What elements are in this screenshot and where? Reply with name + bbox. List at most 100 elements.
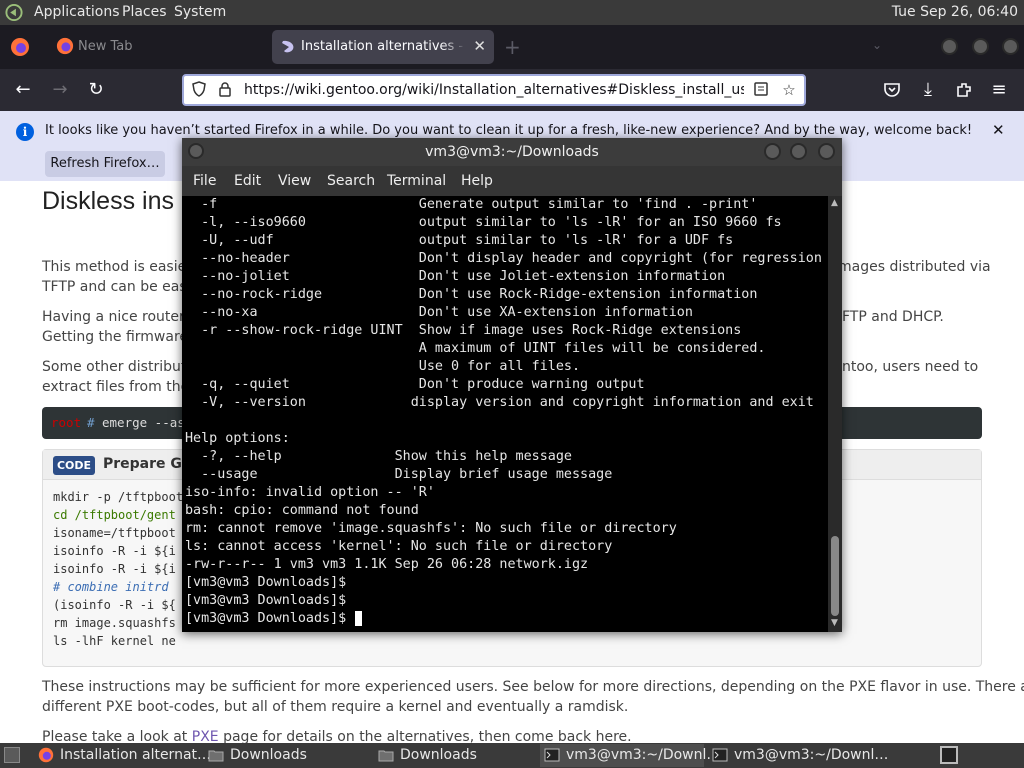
maximize-button[interactable] (790, 143, 807, 160)
menu-file[interactable]: File (193, 173, 216, 189)
tab-label: Installation alternatives - Gentoo wiki (301, 39, 466, 54)
extensions-icon[interactable] (951, 77, 977, 103)
paragraph-text: These instructions may be sufficient for… (42, 679, 1024, 695)
terminal-line: --no-xa Don't use XA-extension informati… (185, 305, 693, 320)
taskbar-terminal-2[interactable]: vm3@vm3:~/Downl… (708, 744, 888, 767)
code-line: # combine initrd (53, 580, 169, 594)
tab-installation-alternatives[interactable]: Installation alternatives - Gentoo wiki … (272, 30, 494, 64)
terminal-window: vm3@vm3:~/Downloads File Edit View Searc… (182, 138, 842, 632)
bookmark-star-icon[interactable]: ☆ (780, 81, 798, 99)
paragraph-text: FTP and DHCP. (842, 309, 944, 325)
firefox-view-icon[interactable] (10, 37, 30, 57)
menu-view[interactable]: View (278, 173, 311, 189)
taskbar-downloads-2[interactable]: Downloads (374, 744, 538, 767)
paragraph-text: Please take a look at (42, 729, 192, 743)
tab-new-tab[interactable]: New Tab (50, 31, 265, 63)
code-line: ls -lhF kernel ne (53, 634, 176, 648)
minimize-button[interactable] (764, 143, 781, 160)
url-text[interactable]: https://wiki.gentoo.org/wiki/Installatio… (244, 82, 744, 98)
code-line: cd /tftpboot/gent (53, 508, 176, 522)
new-tab-button[interactable]: + (504, 35, 521, 59)
taskbar-label: vm3@vm3:~/Downl… (734, 747, 889, 763)
terminal-line: [vm3@vm3 Downloads]$ (185, 575, 347, 590)
terminal-titlebar[interactable]: vm3@vm3:~/Downloads (182, 138, 842, 166)
minimize-window-button[interactable] (941, 38, 958, 55)
terminal-line: Help options: (185, 431, 290, 446)
back-icon[interactable]: ← (10, 77, 36, 103)
system-menu[interactable]: System (174, 4, 226, 20)
refresh-firefox-button[interactable]: Refresh Firefox… (45, 151, 165, 177)
menu-hamburger-icon[interactable]: ≡ (986, 77, 1012, 103)
lock-icon[interactable] (216, 81, 234, 99)
paragraph-text: Getting the firmware (42, 329, 189, 345)
paragraph-text: Having a nice router, (42, 309, 190, 325)
maximize-window-button[interactable] (972, 38, 989, 55)
terminal-line: iso-info: invalid option -- 'R' (185, 485, 435, 500)
terminal-line: bash: cpio: command not found (185, 503, 419, 518)
taskbar-label: Downloads (400, 747, 477, 763)
taskbar-label: Downloads (230, 747, 307, 763)
taskbar-downloads-1[interactable]: Downloads (204, 744, 368, 767)
terminal-line: --usage Display brief usage message (185, 467, 613, 482)
taskbar-label: vm3@vm3:~/Downl… (566, 747, 721, 763)
panel-clock[interactable]: Tue Sep 26, 06:40 (892, 4, 1018, 20)
close-button[interactable] (818, 143, 835, 160)
close-notification-icon[interactable]: ✕ (992, 121, 1005, 139)
places-menu[interactable]: Places (122, 4, 167, 20)
code-badge: CODE (53, 456, 95, 475)
terminal-line: rm: cannot remove 'image.squashfs': No s… (185, 521, 677, 536)
pxe-link[interactable]: PXE (192, 729, 219, 743)
page-heading: Diskless ins (42, 187, 174, 215)
workspace-switcher[interactable] (940, 746, 958, 764)
menu-search[interactable]: Search (327, 173, 375, 189)
shield-icon[interactable] (190, 81, 208, 99)
url-bar[interactable]: https://wiki.gentoo.org/wiki/Installatio… (182, 74, 806, 106)
paragraph-text: mages distributed via (838, 259, 991, 275)
terminal-line: -rw-r--r-- 1 vm3 vm3 1.1K Sep 26 06:28 n… (185, 557, 589, 572)
terminal-title: vm3@vm3:~/Downloads (425, 144, 599, 160)
code-line: rm image.squashfs (53, 616, 176, 630)
terminal-line: [vm3@vm3 Downloads]$ (185, 593, 347, 608)
terminal-line: Use 0 for all files. (185, 359, 581, 374)
close-window-button[interactable] (1002, 38, 1019, 55)
close-tab-icon[interactable]: ✕ (473, 37, 486, 55)
terminal-line: -q, --quiet Don't produce warning output (185, 377, 645, 392)
paragraph-text: extract files from the (42, 379, 190, 395)
notification-message: It looks like you haven’t started Firefo… (45, 123, 973, 138)
menu-help[interactable]: Help (461, 173, 493, 189)
terminal-scrollbar[interactable]: ▲ ▼ (828, 196, 842, 632)
show-desktop-icon[interactable] (4, 747, 20, 763)
code-line: isoinfo -R -i ${i (53, 544, 176, 558)
code-line: isoinfo -R -i ${i (53, 562, 176, 576)
forward-icon[interactable]: → (47, 77, 73, 103)
scroll-up-icon[interactable]: ▲ (831, 198, 838, 208)
terminal-line: A maximum of UINT files will be consider… (185, 341, 766, 356)
code-line: isoname=/tftpboot (53, 526, 176, 540)
menu-edit[interactable]: Edit (234, 173, 261, 189)
terminal-cursor (355, 611, 363, 626)
scrollbar-thumb[interactable] (831, 536, 839, 616)
terminal-line: --no-rock-ridge Don't use Rock-Ridge-ext… (185, 287, 758, 302)
terminal-output[interactable]: -f Generate output similar to 'find . -p… (182, 196, 828, 632)
downloads-icon[interactable]: ⤓ (915, 77, 941, 103)
terminal-icon (712, 748, 728, 762)
reader-view-icon[interactable] (752, 81, 770, 99)
gentoo-icon (282, 40, 294, 53)
list-all-tabs-icon[interactable]: ⌄ (872, 38, 882, 52)
menu-terminal[interactable]: Terminal (387, 173, 446, 189)
terminal-line: --no-joliet Don't use Joliet-extension i… (185, 269, 726, 284)
gnome-foot-icon[interactable] (4, 3, 24, 22)
pocket-icon[interactable] (879, 77, 905, 103)
code-box-title: Prepare Ge (103, 456, 192, 472)
taskbar-firefox[interactable]: Installation alternat… (34, 744, 211, 767)
bottom-taskbar: Installation alternat… Downloads Downloa… (0, 743, 1024, 768)
top-panel: Applications Places System Tue Sep 26, 0… (0, 0, 1024, 25)
shell-command: emerge --as (102, 415, 185, 430)
terminal-menubar: File Edit View Search Terminal Help (182, 166, 842, 196)
taskbar-label: Installation alternat… (60, 747, 212, 763)
scroll-down-icon[interactable]: ▼ (831, 618, 838, 628)
applications-menu[interactable]: Applications (34, 4, 120, 20)
taskbar-terminal-1[interactable]: vm3@vm3:~/Downl… (540, 744, 720, 767)
navigation-toolbar: ← → ↻ https://wiki.gentoo.org/wiki/Insta… (0, 69, 1024, 111)
reload-icon[interactable]: ↻ (83, 77, 109, 103)
